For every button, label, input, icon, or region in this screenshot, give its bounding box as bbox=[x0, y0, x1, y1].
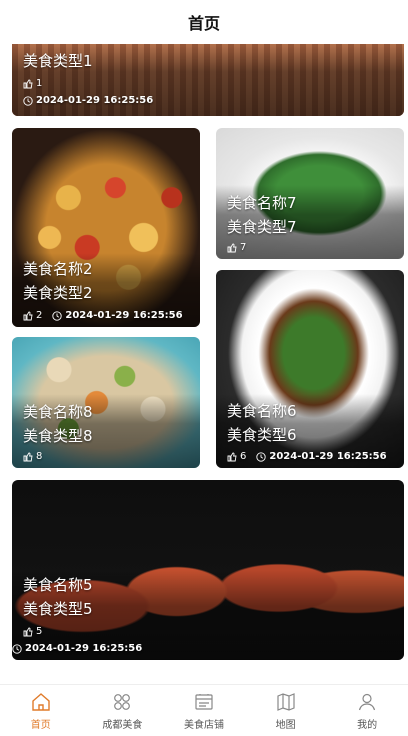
food-meta: 2 2024-01-29 16:25:56 bbox=[23, 310, 192, 321]
food-meta: 8 bbox=[23, 451, 192, 462]
food-feed[interactable]: 美食类型1 1 2024-01-29 16:25:56 美食名称2 美食类型2 … bbox=[0, 44, 408, 684]
tab-food-shops[interactable]: 美食店铺 bbox=[163, 685, 245, 736]
food-name: 美食名称8 bbox=[23, 403, 93, 421]
publish-time: 2024-01-29 16:25:56 bbox=[12, 643, 142, 654]
food-type: 美食类型5 bbox=[23, 600, 93, 618]
food-meta: 1 2024-01-29 16:25:56 bbox=[23, 78, 396, 106]
thumbs-up-icon bbox=[23, 311, 33, 321]
tab-label: 我的 bbox=[357, 719, 378, 731]
publish-time: 2024-01-29 16:25:56 bbox=[23, 95, 153, 106]
food-card-2[interactable]: 美食名称2 美食类型2 2 2024-01-29 16:25:56 bbox=[12, 128, 200, 327]
food-type: 美食类型1 bbox=[23, 52, 93, 70]
tab-label: 首页 bbox=[30, 719, 51, 731]
tab-label: 成都美食 bbox=[102, 719, 143, 731]
food-meta: 6 2024-01-29 16:25:56 bbox=[227, 451, 396, 462]
grid-flower-icon bbox=[111, 691, 133, 713]
food-name: 美食名称7 bbox=[227, 194, 297, 212]
thumbs-up-icon bbox=[227, 243, 237, 253]
food-type: 美食类型8 bbox=[23, 427, 93, 445]
top-bar: 首页 bbox=[0, 0, 408, 44]
thumbs-up-icon bbox=[23, 79, 33, 89]
food-card-5[interactable]: 美食名称5 美食类型5 5 2024-01-29 16:25:56 bbox=[12, 480, 404, 660]
like-count: 6 bbox=[227, 451, 246, 462]
food-card-6[interactable]: 美食名称6 美食类型6 6 2024-01-29 16:25:56 bbox=[216, 270, 404, 468]
like-count: 5 bbox=[23, 626, 42, 637]
food-type: 美食类型2 bbox=[23, 284, 93, 302]
map-icon bbox=[275, 691, 297, 713]
like-count: 8 bbox=[23, 451, 42, 462]
like-count: 2 bbox=[23, 310, 42, 321]
clock-icon bbox=[12, 643, 22, 654]
food-name: 美食名称6 bbox=[227, 402, 297, 420]
food-card-8[interactable]: 美食名称8 美食类型8 8 bbox=[12, 337, 200, 468]
food-type: 美食类型6 bbox=[227, 426, 297, 444]
clock-icon bbox=[256, 451, 267, 462]
tab-map[interactable]: 地图 bbox=[245, 685, 327, 736]
like-count: 7 bbox=[227, 242, 246, 253]
home-icon bbox=[30, 691, 52, 713]
tab-mine[interactable]: 我的 bbox=[326, 685, 408, 736]
user-icon bbox=[356, 691, 378, 713]
shop-ledger-icon bbox=[193, 691, 215, 713]
tab-chengdu-food[interactable]: 成都美食 bbox=[82, 685, 164, 736]
thumbs-up-icon bbox=[23, 627, 33, 637]
food-card-1[interactable]: 美食类型1 1 2024-01-29 16:25:56 bbox=[12, 44, 404, 116]
page-title: 首页 bbox=[187, 14, 220, 33]
food-name: 美食名称5 bbox=[23, 576, 93, 594]
food-meta: 7 bbox=[227, 242, 396, 253]
clock-icon bbox=[23, 95, 33, 106]
like-count: 1 bbox=[23, 78, 42, 89]
bottom-tab-bar: 首页 成都美食 美食店铺 地图 我的 bbox=[0, 684, 408, 736]
food-type: 美食类型7 bbox=[227, 218, 297, 236]
food-meta: 5 2024-01-29 16:25:56 bbox=[12, 626, 396, 654]
food-name: 美食名称2 bbox=[23, 260, 93, 278]
tab-home[interactable]: 首页 bbox=[0, 685, 82, 736]
food-card-7[interactable]: 美食名称7 美食类型7 7 bbox=[216, 128, 404, 259]
thumbs-up-icon bbox=[227, 452, 237, 462]
publish-time: 2024-01-29 16:25:56 bbox=[256, 451, 387, 462]
publish-time: 2024-01-29 16:25:56 bbox=[52, 310, 183, 321]
thumbs-up-icon bbox=[23, 452, 33, 462]
tab-label: 美食店铺 bbox=[183, 719, 224, 731]
clock-icon bbox=[52, 310, 63, 321]
tab-label: 地图 bbox=[275, 719, 296, 731]
